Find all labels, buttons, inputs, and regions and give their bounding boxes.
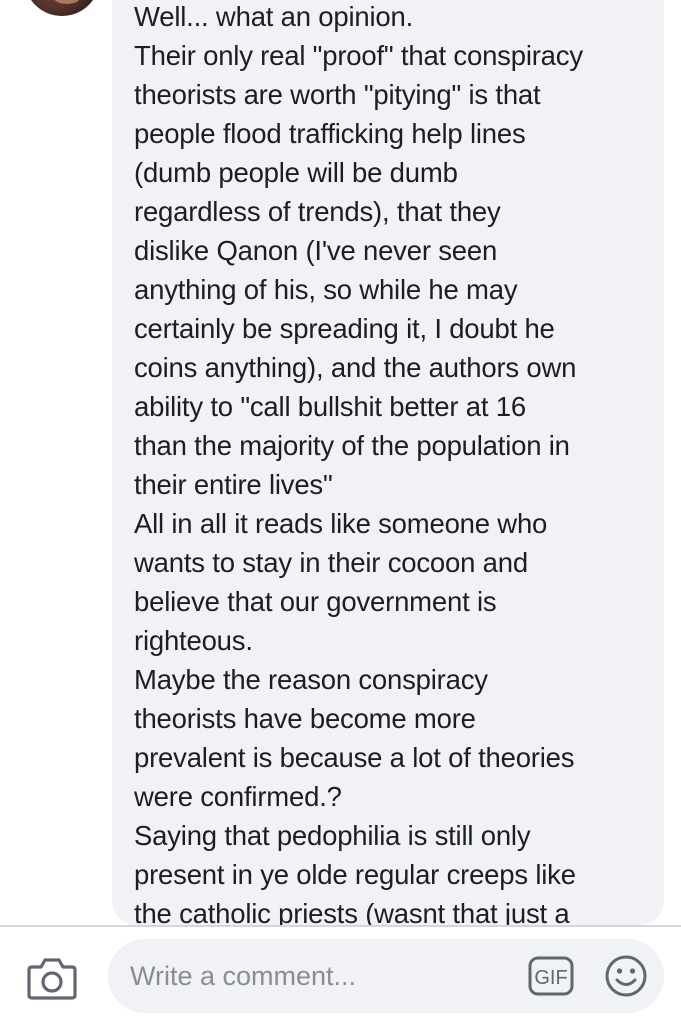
comment-line: Their only real "proof" that conspiracy bbox=[134, 40, 583, 71]
commenter-avatar[interactable] bbox=[24, 0, 100, 16]
comment-line: the catholic priests (wasnt that just a bbox=[134, 898, 570, 925]
comment-line: prevalent is because a lot of theories bbox=[134, 742, 575, 773]
emoji-button[interactable] bbox=[604, 954, 648, 998]
comment-line: dislike Qanon (I've never seen bbox=[134, 235, 498, 266]
comment-body: Well... what an opinion. Their only real… bbox=[134, 0, 646, 925]
comment-line: believe that our government is bbox=[134, 586, 497, 617]
camera-icon bbox=[27, 958, 77, 1000]
comment-line: their entire lives" bbox=[134, 469, 333, 500]
comment-line: righteous. bbox=[134, 625, 253, 656]
comment-line: coins anything), and the authors own bbox=[134, 352, 577, 383]
comment-line: (dumb people will be dumb bbox=[134, 157, 458, 188]
comment-line: regardless of trends), that they bbox=[134, 196, 501, 227]
gif-label: GIF bbox=[534, 967, 567, 989]
comment-line: Saying that pedophilia is still only bbox=[134, 820, 531, 851]
comment-line: theorists are worth "pitying" is that bbox=[134, 79, 541, 110]
comment-line: All in all it reads like someone who bbox=[134, 508, 548, 539]
comment-composer: Write a comment... GIF bbox=[0, 925, 681, 1023]
comment-bubble: Well... what an opinion. Their only real… bbox=[112, 0, 664, 925]
comment-line: wants to stay in their cocoon and bbox=[134, 547, 528, 578]
comment-line: were confirmed.? bbox=[134, 781, 342, 812]
comment-line: Maybe the reason conspiracy bbox=[134, 664, 488, 695]
smiley-face-icon bbox=[605, 955, 647, 997]
comment-line: Well... what an opinion. bbox=[134, 1, 414, 32]
gif-icon: GIF bbox=[528, 956, 574, 996]
comment-line: than the majority of the population in bbox=[134, 430, 570, 461]
camera-button[interactable] bbox=[26, 955, 78, 1003]
comment-line: anything of his, so while he may bbox=[134, 274, 518, 305]
comment-line: theorists have become more bbox=[134, 703, 476, 734]
comment-line: certainly be spreading it, I doubt he bbox=[134, 313, 555, 344]
comment-input[interactable]: Write a comment... GIF bbox=[108, 939, 664, 1013]
comment-input-placeholder: Write a comment... bbox=[130, 961, 357, 991]
comment-line: people flood trafficking help lines bbox=[134, 118, 526, 149]
comment-line: ability to "call bullshit better at 16 bbox=[134, 391, 526, 422]
comment-thread-screen: Well... what an opinion. Their only real… bbox=[0, 0, 681, 1023]
gif-button[interactable]: GIF bbox=[528, 956, 574, 996]
comment-line: present in ye olde regular creeps like bbox=[134, 859, 576, 890]
